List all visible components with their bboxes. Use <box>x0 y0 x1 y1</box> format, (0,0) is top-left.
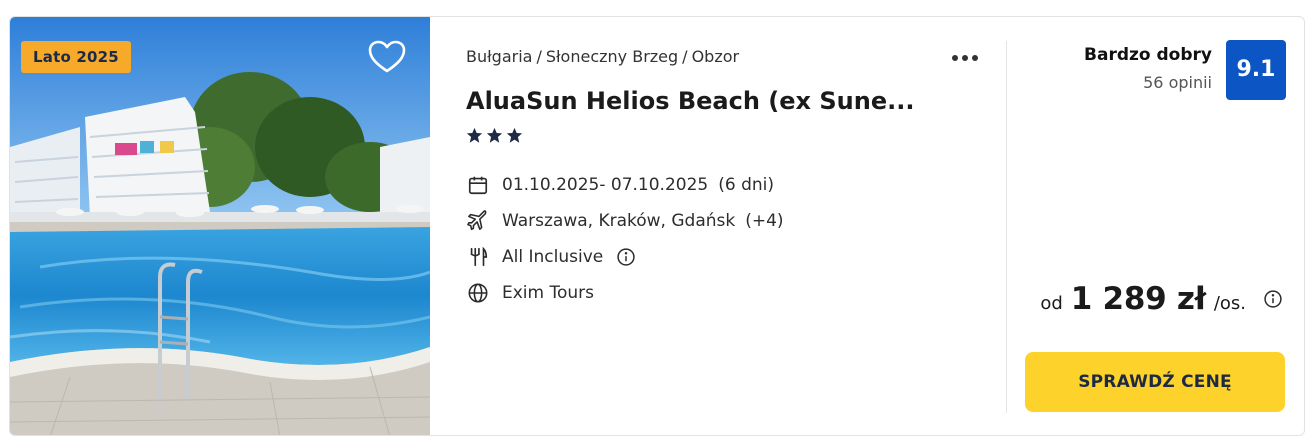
reviews-count[interactable]: 56 opinii <box>1143 73 1212 92</box>
price-value: 1 289 zł <box>1070 281 1206 317</box>
star-icon <box>466 127 483 143</box>
price-suffix: /os. <box>1213 293 1246 314</box>
dates-text: 01.10.2025- 07.10.2025 <box>502 175 709 195</box>
plane-icon <box>466 209 490 233</box>
breadcrumb-region[interactable]: Słoneczny Brzeg <box>546 47 678 66</box>
board-row: All Inclusive <box>466 239 784 275</box>
hotel-name[interactable]: AluaSun Helios Beach (ex Sune... <box>466 87 936 115</box>
more-options-button[interactable] <box>945 45 985 71</box>
breadcrumb-separator: / <box>536 47 542 66</box>
breadcrumb-city[interactable]: Obzor <box>692 47 740 66</box>
departure-more[interactable]: (+4) <box>745 211 783 231</box>
favorite-button[interactable] <box>367 39 407 75</box>
breadcrumb-separator: / <box>682 47 688 66</box>
offer-details: 01.10.2025- 07.10.2025 (6 dni) Warszawa,… <box>466 167 784 311</box>
heart-icon <box>368 40 406 73</box>
breadcrumb-country[interactable]: Bułgaria <box>466 47 532 66</box>
star-icon <box>486 127 503 143</box>
info-icon[interactable] <box>1262 288 1284 310</box>
board-text: All Inclusive <box>502 247 604 267</box>
hotel-photo[interactable]: Lato 2025 <box>10 17 430 435</box>
offer-card[interactable]: Lato 2025 Bułgaria / Słoneczny Brzeg / Obzor… <box>9 16 1305 436</box>
price-prefix: od <box>1040 293 1063 314</box>
star-icon <box>506 127 523 143</box>
dates-row: 01.10.2025- 07.10.2025 (6 dni) <box>466 167 784 203</box>
operator-row: Exim Tours <box>466 275 784 311</box>
hotel-pool-image <box>10 17 430 435</box>
rating-label: Bardzo dobry <box>1084 45 1212 65</box>
hotel-stars <box>466 127 523 144</box>
info-icon[interactable] <box>615 246 637 268</box>
departure-cities: Warszawa, Kraków, Gdańsk <box>502 211 736 231</box>
operator-text: Exim Tours <box>502 283 595 303</box>
column-divider <box>1006 41 1007 413</box>
check-price-button[interactable]: SPRAWDŹ CENĘ <box>1025 352 1285 412</box>
duration-text: (6 dni) <box>718 175 774 195</box>
calendar-icon <box>466 173 490 197</box>
more-dots-icon <box>952 55 978 61</box>
season-badge: Lato 2025 <box>21 41 131 73</box>
globe-icon <box>466 281 490 305</box>
breadcrumb: Bułgaria / Słoneczny Brzeg / Obzor <box>466 47 739 66</box>
price: od 1 289 zł /os. <box>1040 281 1284 317</box>
rating-score-badge: 9.1 <box>1226 40 1286 100</box>
departure-row: Warszawa, Kraków, Gdańsk (+4) <box>466 203 784 239</box>
cutlery-icon <box>466 245 490 269</box>
